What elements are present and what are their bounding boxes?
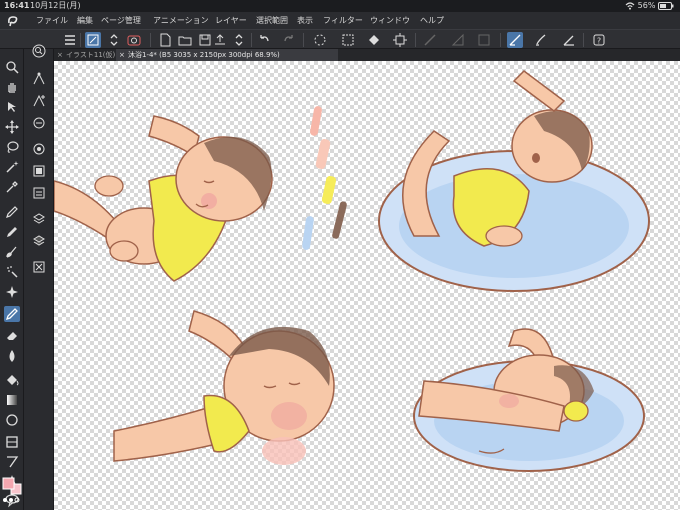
material-icon[interactable]	[31, 211, 47, 227]
color-swatch-icon[interactable]	[2, 476, 22, 506]
gradient-icon[interactable]	[4, 392, 20, 408]
decoration-icon[interactable]	[4, 284, 20, 300]
divider	[150, 33, 151, 47]
clear-icon[interactable]	[340, 32, 356, 48]
layer-property-icon[interactable]	[31, 141, 47, 157]
canvas-icon[interactable]	[85, 32, 101, 48]
redo-icon[interactable]	[281, 32, 297, 48]
pen-icon[interactable]	[4, 306, 20, 322]
chevron-up-down-icon[interactable]	[106, 32, 122, 48]
brush-icon[interactable]	[4, 244, 20, 260]
divider	[583, 33, 584, 47]
sub-tool-palette	[24, 44, 54, 510]
hand-icon[interactable]	[4, 79, 20, 95]
eraser-icon[interactable]	[4, 328, 20, 344]
main-color[interactable]	[2, 477, 15, 490]
open-folder-icon[interactable]	[177, 32, 193, 48]
battery-percent: 56%	[637, 1, 656, 10]
svg-text:?: ?	[597, 37, 601, 46]
tool-palette	[0, 49, 24, 510]
color-chips[interactable]	[2, 476, 22, 506]
clip-studio-logo-icon[interactable]	[6, 14, 20, 28]
fill-icon[interactable]	[4, 372, 20, 388]
tab-document-2[interactable]: × 沐浴1-4* (B5 3035 x 2150px 300dpi 68.9%)	[116, 49, 338, 61]
illustration	[54, 70, 650, 472]
pen-pressure-icon[interactable]	[507, 32, 523, 48]
export-icon[interactable]	[212, 32, 228, 48]
battery-icon	[658, 1, 674, 10]
zoom-icon[interactable]	[4, 59, 20, 75]
line-correction-icon[interactable]	[4, 454, 20, 470]
layer-palette-icon[interactable]	[31, 163, 47, 179]
correct-line-icon[interactable]	[31, 115, 47, 131]
menu-bar: ファイル 編集 ページ管理 アニメーション レイヤー 選択範囲 表示 フィルター…	[0, 12, 680, 29]
camera-icon[interactable]	[126, 32, 142, 48]
status-right: 56%	[625, 0, 674, 12]
transform-icon[interactable]	[392, 32, 408, 48]
close-icon[interactable]: ×	[119, 49, 125, 61]
move-icon[interactable]	[4, 119, 20, 135]
divider	[415, 33, 416, 47]
menu-layer[interactable]: レイヤー	[215, 12, 247, 29]
quick-access-icon[interactable]	[31, 43, 47, 59]
clock: 16:41	[4, 1, 30, 10]
divider	[303, 33, 304, 47]
menu-selection[interactable]: 選択範囲	[256, 12, 288, 29]
stabilizer-icon[interactable]	[561, 32, 577, 48]
layer-stack-icon[interactable]	[31, 233, 47, 249]
add-point-icon[interactable]	[31, 93, 47, 109]
snap-grid-icon[interactable]	[476, 32, 492, 48]
baby-in-tub-illustration	[378, 70, 650, 292]
date: 10月12日(月)	[30, 1, 81, 10]
command-bar: ?	[0, 29, 680, 49]
color-swatches-illustration	[302, 106, 347, 250]
help-icon[interactable]: ?	[591, 32, 607, 48]
baby-with-towel-illustration	[54, 115, 273, 282]
loading-icon[interactable]	[312, 32, 328, 48]
operation-icon[interactable]	[4, 99, 20, 115]
snap-ruler-icon[interactable]	[422, 32, 438, 48]
menu-icon[interactable]	[62, 32, 78, 48]
eyedropper-icon[interactable]	[4, 179, 20, 195]
wiping-face-illustration	[113, 310, 335, 465]
tab-label: 沐浴1-4* (B5 3035 x 2150px 300dpi 68.9%)	[128, 51, 280, 59]
wifi-icon	[625, 1, 635, 10]
menu-page-management[interactable]: ページ管理	[101, 12, 141, 29]
undo-icon[interactable]	[256, 32, 272, 48]
transform-point-icon[interactable]	[31, 71, 47, 87]
menu-window[interactable]: ウィンドウ	[370, 12, 410, 29]
chevron-up-down-icon[interactable]	[231, 32, 247, 48]
blend-icon[interactable]	[4, 348, 20, 364]
divider	[500, 33, 501, 47]
menu-edit[interactable]: 編集	[77, 12, 93, 29]
airbrush-icon[interactable]	[4, 264, 20, 280]
menu-view[interactable]: 表示	[297, 12, 313, 29]
close-icon[interactable]: ×	[57, 49, 63, 61]
brush-icon[interactable]	[533, 32, 549, 48]
status-bar: 16:41 10月12日(月) 56%	[0, 0, 680, 12]
divider	[251, 33, 252, 47]
lasso-icon[interactable]	[4, 139, 20, 155]
tab-document-1[interactable]: × イラスト11(仮)	[54, 49, 116, 61]
washing-head-illustration	[413, 328, 645, 472]
wand-icon[interactable]	[4, 159, 20, 175]
menu-file[interactable]: ファイル	[36, 12, 68, 29]
fill-icon[interactable]	[366, 32, 382, 48]
pencil-icon[interactable]	[4, 224, 20, 240]
save-icon[interactable]	[197, 32, 213, 48]
frame-icon[interactable]	[4, 434, 20, 450]
shape-icon[interactable]	[4, 412, 20, 428]
canvas[interactable]	[54, 61, 680, 510]
menu-filter[interactable]: フィルター	[323, 12, 363, 29]
new-file-icon[interactable]	[157, 32, 173, 48]
menu-help[interactable]: ヘルプ	[420, 12, 444, 29]
close-icon[interactable]	[31, 259, 47, 275]
snap-special-ruler-icon[interactable]	[450, 32, 466, 48]
document-tabs: × イラスト11(仮) × 沐浴1-4* (B5 3035 x 2150px 3…	[54, 49, 680, 61]
menu-animation[interactable]: アニメーション	[153, 12, 209, 29]
tab-label: イラスト11(仮)	[66, 51, 116, 59]
divider	[80, 33, 81, 47]
pen-icon[interactable]	[4, 204, 20, 220]
navigator-icon[interactable]	[31, 185, 47, 201]
